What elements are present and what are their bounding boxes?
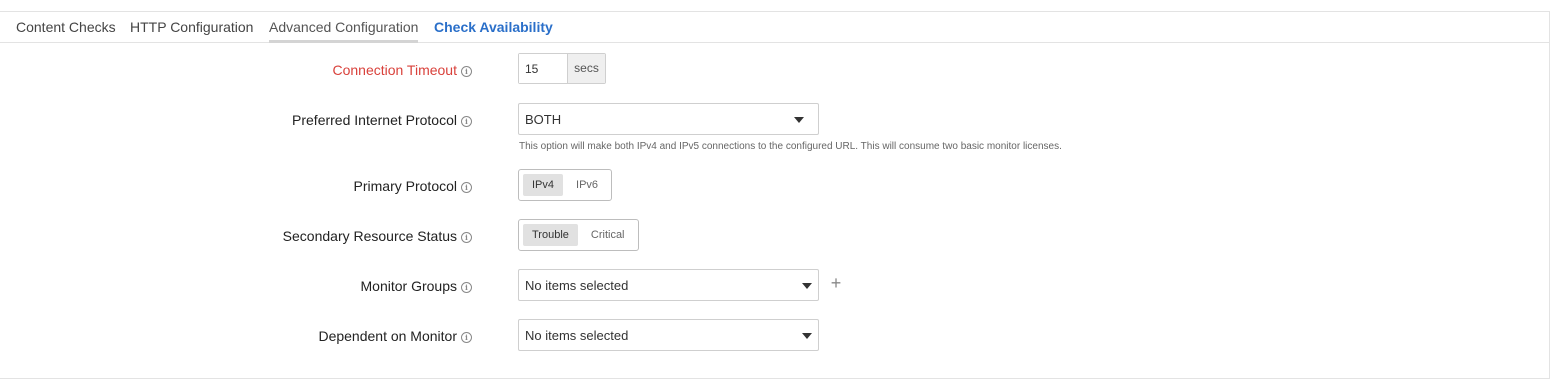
dependent-monitor-label: Dependent on Monitor i [318,327,472,345]
add-monitor-group-icon[interactable]: + [829,273,843,293]
tab-http-configuration[interactable]: HTTP Configuration [130,19,253,40]
dependent-monitor-value: No items selected [525,328,629,343]
primary-protocol-label: Primary Protocol i [354,177,472,195]
connection-timeout-input[interactable] [519,54,567,83]
tab-advanced-configuration[interactable]: Advanced Configuration [269,19,419,43]
preferred-protocol-label-text: Preferred Internet Protocol [292,112,457,128]
dependent-monitor-label-text: Dependent on Monitor [318,328,457,344]
secondary-status-label: Secondary Resource Status i [283,227,472,245]
info-icon[interactable]: i [461,182,472,193]
info-icon[interactable]: i [461,332,472,343]
preferred-protocol-value: BOTH [525,112,562,127]
monitor-groups-select[interactable]: No items selected [518,269,819,301]
info-icon[interactable]: i [461,232,472,243]
connection-timeout-label: Connection Timeout i [332,61,472,79]
connection-timeout-label-text: Connection Timeout [332,62,457,78]
preferred-protocol-select[interactable]: BOTH [518,103,819,135]
primary-protocol-ipv4[interactable]: IPv4 [523,174,564,196]
info-icon[interactable]: i [461,282,472,293]
tab-content-checks[interactable]: Content Checks [16,19,116,40]
dependent-monitor-select[interactable]: No items selected [518,319,819,351]
timeout-unit-label: secs [567,54,605,83]
info-icon[interactable]: i [461,116,472,127]
chevron-down-icon [802,333,812,339]
chevron-down-icon [794,117,804,123]
monitor-groups-label-text: Monitor Groups [360,278,457,294]
secondary-status-critical[interactable]: Critical [582,224,634,246]
secondary-status-trouble[interactable]: Trouble [523,224,578,246]
chevron-down-icon [802,283,812,289]
primary-protocol-ipv6[interactable]: IPv6 [567,174,607,196]
monitor-groups-value: No items selected [525,278,629,293]
monitor-groups-label: Monitor Groups i [361,277,472,295]
connection-timeout-field: secs [518,53,606,84]
info-icon[interactable]: i [461,66,472,77]
secondary-status-toggle: Trouble Critical [518,219,639,251]
primary-protocol-label-text: Primary Protocol [353,178,457,194]
tab-bar: Content Checks HTTP Configuration Advanc… [0,12,1549,43]
check-availability-link[interactable]: Check Availability [434,19,553,40]
primary-protocol-toggle: IPv4 IPv6 [518,169,613,201]
secondary-status-label-text: Secondary Resource Status [282,228,457,244]
preferred-protocol-label: Preferred Internet Protocol i [292,111,472,129]
preferred-protocol-help: This option will make both IPv4 and IPv5… [519,141,1062,152]
